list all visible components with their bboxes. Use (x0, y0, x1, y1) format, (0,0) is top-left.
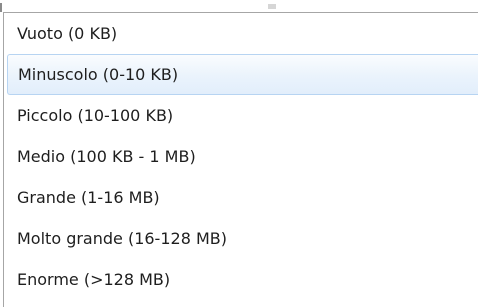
toolbar-fragment (268, 4, 276, 9)
size-option-small[interactable]: Piccolo (10-100 KB) (4, 95, 478, 136)
size-option-tiny[interactable]: Minuscolo (0-10 KB) (7, 54, 478, 95)
window-edge (0, 3, 2, 12)
size-option-gigantic[interactable]: Enorme (>128 MB) (4, 259, 478, 300)
size-filter-dropdown: Vuoto (0 KB) Minuscolo (0-10 KB) Piccolo… (3, 12, 478, 307)
window-edge-strip (0, 0, 478, 12)
size-option-large[interactable]: Grande (1-16 MB) (4, 177, 478, 218)
size-option-medium[interactable]: Medio (100 KB - 1 MB) (4, 136, 478, 177)
size-option-huge[interactable]: Molto grande (16-128 MB) (4, 218, 478, 259)
size-option-empty[interactable]: Vuoto (0 KB) (4, 13, 478, 54)
